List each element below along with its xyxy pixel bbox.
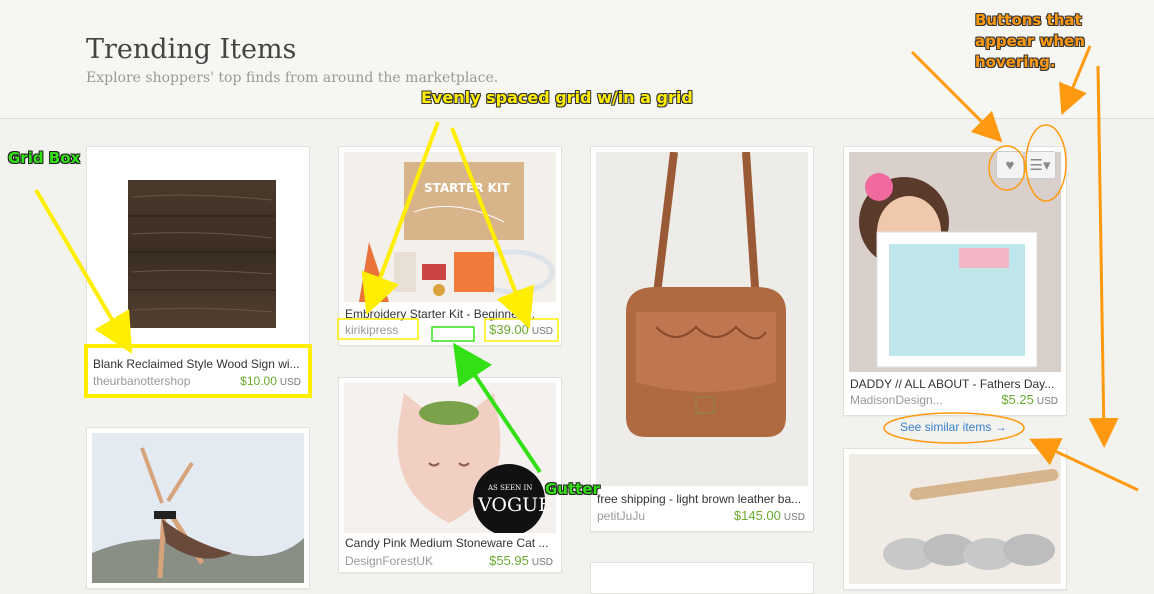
item-card-chunky-knit[interactable] (843, 448, 1067, 590)
item-card-daddy-frame[interactable]: DADDY // ALL ABOUT - Fathers Day... Madi… (843, 146, 1067, 416)
item-price: $39.00 USD (489, 322, 553, 337)
annotation-grid-box: Grid Box (8, 149, 81, 167)
item-price: $5.25 USD (1001, 392, 1058, 407)
item-image-daddy-frame[interactable] (849, 152, 1061, 372)
kit-box-text: STARTER KIT (424, 181, 510, 195)
item-title[interactable]: DADDY // ALL ABOUT - Fathers Day... (850, 377, 1058, 391)
shop-name[interactable]: MadisonDesign... (850, 393, 943, 407)
item-price: $55.95 USD (489, 553, 553, 568)
price-value: $39.00 (489, 322, 529, 337)
price-currency: USD (279, 377, 301, 388)
vogue-badge-main: VOGUE (477, 494, 552, 516)
shop-name[interactable]: DesignForestUK (345, 554, 433, 568)
annotation-hover-buttons: Buttons that appear when hovering. (975, 11, 1085, 71)
shop-name[interactable]: kirikipress (345, 323, 398, 337)
hover-arrow-3 (1088, 65, 1119, 448)
item-image-dancer[interactable] (92, 433, 304, 583)
item-image-wood-sign[interactable] (92, 152, 304, 342)
shop-name[interactable]: theurbanottershop (93, 374, 190, 388)
item-image-embroidery-kit[interactable]: STARTER KIT (344, 152, 556, 302)
item-title[interactable]: free shipping - light brown leather ba..… (597, 492, 805, 506)
see-similar-link[interactable]: See similar items → (900, 420, 1007, 434)
dancer-image (92, 433, 304, 583)
price-currency: USD (531, 557, 553, 568)
annotation-gutter: Gutter (545, 480, 600, 498)
item-price: $10.00 USD (240, 374, 301, 388)
price-currency: USD (1036, 396, 1058, 407)
price-value: $55.95 (489, 553, 529, 568)
page-title: Trending Items (86, 34, 297, 65)
leather-bag-image (626, 152, 786, 437)
item-card-leather-bag[interactable]: free shipping - light brown leather ba..… (590, 146, 814, 532)
item-card-wood-sign[interactable]: Blank Reclaimed Style Wood Sign wi... th… (86, 146, 310, 396)
item-image-chunky-knit[interactable] (849, 454, 1061, 584)
item-card-embroidery-kit[interactable]: STARTER KIT Embroidery Starter Kit - Beg… (338, 146, 562, 346)
item-image-cat-planter[interactable]: AS SEEN IN VOGUE (344, 383, 556, 533)
item-image-leather-bag[interactable] (596, 152, 808, 486)
item-title[interactable]: Blank Reclaimed Style Wood Sign wi... (93, 357, 301, 371)
chunky-knit-image (849, 454, 1061, 584)
price-value: $5.25 (1001, 392, 1034, 407)
wood-sign-image (128, 180, 276, 328)
price-value: $10.00 (240, 374, 277, 388)
cat-planter-image: AS SEEN IN VOGUE (397, 393, 552, 533)
price-currency: USD (783, 512, 805, 523)
list-menu-icon: ☰▾ (1029, 157, 1051, 174)
page-subtitle: Explore shoppers' top finds from around … (86, 70, 499, 86)
item-card-partial[interactable] (590, 562, 814, 594)
embroidery-kit-image: STARTER KIT (359, 162, 555, 302)
item-price: $145.00 USD (734, 508, 805, 523)
annotation-evenly-spaced: Evenly spaced grid w/in a grid (421, 88, 693, 107)
list-menu-button[interactable]: ☰▾ (1024, 151, 1056, 179)
shop-name[interactable]: petitJuJu (597, 509, 645, 523)
vogue-badge-top: AS SEEN IN (487, 484, 532, 492)
price-currency: USD (531, 326, 553, 337)
item-card-dancer[interactable] (86, 427, 310, 589)
item-title[interactable]: Embroidery Starter Kit - Beginner ... (345, 307, 553, 321)
price-value: $145.00 (733, 508, 781, 523)
heart-icon: ♥ (1005, 156, 1015, 174)
item-card-cat-planter[interactable]: AS SEEN IN VOGUE Candy Pink Medium Stone… (338, 377, 562, 573)
favorite-button[interactable]: ♥ (996, 151, 1024, 179)
item-title[interactable]: Candy Pink Medium Stoneware Cat ... (345, 536, 553, 550)
daddy-frame-image (849, 152, 1061, 372)
